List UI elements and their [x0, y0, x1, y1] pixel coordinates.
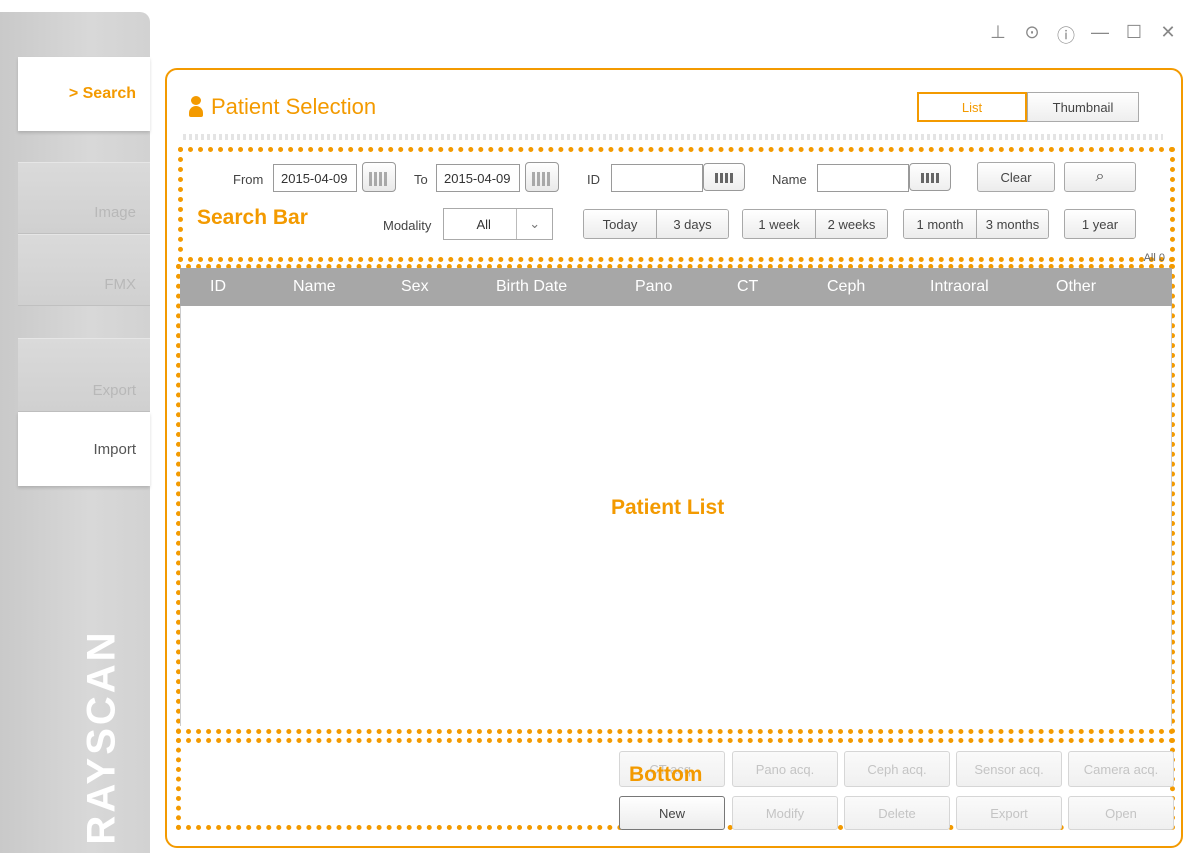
person-icon: [189, 96, 203, 118]
3-months-button[interactable]: 3 months: [976, 210, 1048, 238]
minimize-icon[interactable]: —: [1090, 22, 1110, 48]
range-group-months: 1 month 3 months: [903, 209, 1049, 239]
export-button[interactable]: Export: [956, 796, 1062, 830]
delete-button[interactable]: Delete: [844, 796, 950, 830]
view-toggle: List Thumbnail: [917, 92, 1139, 122]
window-controls: ⊥ ⊙ ⓘ — ☐ ✕: [988, 22, 1178, 48]
chevron-down-icon: ⌄: [516, 209, 552, 239]
search-button[interactable]: ⌕: [1064, 162, 1136, 192]
page-title: Patient Selection: [189, 94, 376, 120]
calendar-icon[interactable]: [525, 162, 559, 192]
from-date-field[interactable]: 2015-04-09: [273, 164, 357, 192]
column-header-sex[interactable]: Sex: [401, 278, 429, 296]
search-icon: ⌕: [1095, 168, 1105, 185]
sidebar-item-search[interactable]: > Search: [18, 57, 150, 131]
sidebar: > Search Image FMX Export Import RAYSCAN: [0, 12, 150, 853]
table-header: ID Name Sex Birth Date Pano CT Ceph Intr…: [180, 268, 1172, 306]
range-group-weeks: 1 week 2 weeks: [742, 209, 888, 239]
patient-list-annotation: Patient List: [611, 496, 725, 519]
maximize-icon[interactable]: ☐: [1124, 22, 1144, 48]
calendar-icon[interactable]: [362, 162, 396, 192]
sidebar-item-label: Image: [94, 204, 136, 221]
column-header-ct[interactable]: CT: [737, 278, 758, 296]
patient-selection-panel: Patient Selection List Thumbnail Search …: [165, 68, 1183, 848]
app-window: ⊥ ⊙ ⓘ — ☐ ✕ > Search Image FMX Export Im…: [0, 0, 1192, 853]
new-button[interactable]: New: [619, 796, 725, 830]
settings-icon[interactable]: ⊙: [1022, 22, 1042, 48]
id-label: ID: [587, 172, 600, 187]
sidebar-item-label: Import: [93, 440, 136, 458]
sidebar-item-label: Export: [92, 382, 136, 399]
modify-button[interactable]: Modify: [732, 796, 838, 830]
1-week-button[interactable]: 1 week: [743, 210, 815, 238]
column-header-birth-date[interactable]: Birth Date: [496, 278, 567, 296]
list-view-button[interactable]: List: [917, 92, 1027, 122]
sidebar-item-import[interactable]: Import: [18, 412, 150, 486]
modality-select[interactable]: All ⌄: [443, 208, 553, 240]
sidebar-item-label: > Search: [68, 85, 136, 102]
column-header-id[interactable]: ID: [210, 278, 226, 296]
brand-logo: RAYSCAN: [79, 629, 124, 845]
search-bar-annotation: Search Bar: [197, 206, 308, 229]
column-header-name[interactable]: Name: [293, 278, 336, 296]
divider: [183, 134, 1163, 140]
column-header-intraoral[interactable]: Intraoral: [930, 278, 989, 296]
keyboard-icon[interactable]: [703, 163, 745, 191]
modality-value: All: [476, 216, 491, 232]
result-count: All 0: [1143, 252, 1165, 264]
sensor-acq-button[interactable]: Sensor acq.: [956, 751, 1062, 787]
name-input[interactable]: [817, 164, 909, 192]
column-header-other[interactable]: Other: [1056, 278, 1096, 296]
clear-button[interactable]: Clear: [977, 162, 1055, 192]
pano-acq-button[interactable]: Pano acq.: [732, 751, 838, 787]
sidebar-item-fmx[interactable]: FMX: [18, 234, 150, 306]
1-year-button[interactable]: 1 year: [1064, 209, 1136, 239]
sidebar-item-label: FMX: [104, 276, 136, 293]
pin-icon[interactable]: ⊥: [988, 22, 1008, 48]
3-days-button[interactable]: 3 days: [656, 210, 728, 238]
keyboard-icon[interactable]: [909, 163, 951, 191]
close-icon[interactable]: ✕: [1158, 22, 1178, 48]
name-label: Name: [772, 172, 807, 187]
from-label: From: [233, 172, 264, 187]
bottom-annotation: Bottom: [629, 763, 703, 786]
today-button[interactable]: Today: [584, 210, 656, 238]
id-input[interactable]: [611, 164, 703, 192]
sidebar-item-export[interactable]: Export: [18, 338, 150, 412]
ceph-acq-button[interactable]: Ceph acq.: [844, 751, 950, 787]
help-icon[interactable]: ⓘ: [1056, 22, 1076, 48]
to-label: To: [414, 172, 428, 187]
sidebar-item-image[interactable]: Image: [18, 162, 150, 234]
column-header-ceph[interactable]: Ceph: [827, 278, 865, 296]
to-date-field[interactable]: 2015-04-09: [436, 164, 520, 192]
thumbnail-view-button[interactable]: Thumbnail: [1027, 92, 1139, 122]
open-button[interactable]: Open: [1068, 796, 1174, 830]
range-group-days: Today 3 days: [583, 209, 729, 239]
2-weeks-button[interactable]: 2 weeks: [815, 210, 887, 238]
column-header-pano[interactable]: Pano: [635, 278, 672, 296]
1-month-button[interactable]: 1 month: [904, 210, 976, 238]
modality-label: Modality: [383, 218, 432, 233]
camera-acq-button[interactable]: Camera acq.: [1068, 751, 1174, 787]
